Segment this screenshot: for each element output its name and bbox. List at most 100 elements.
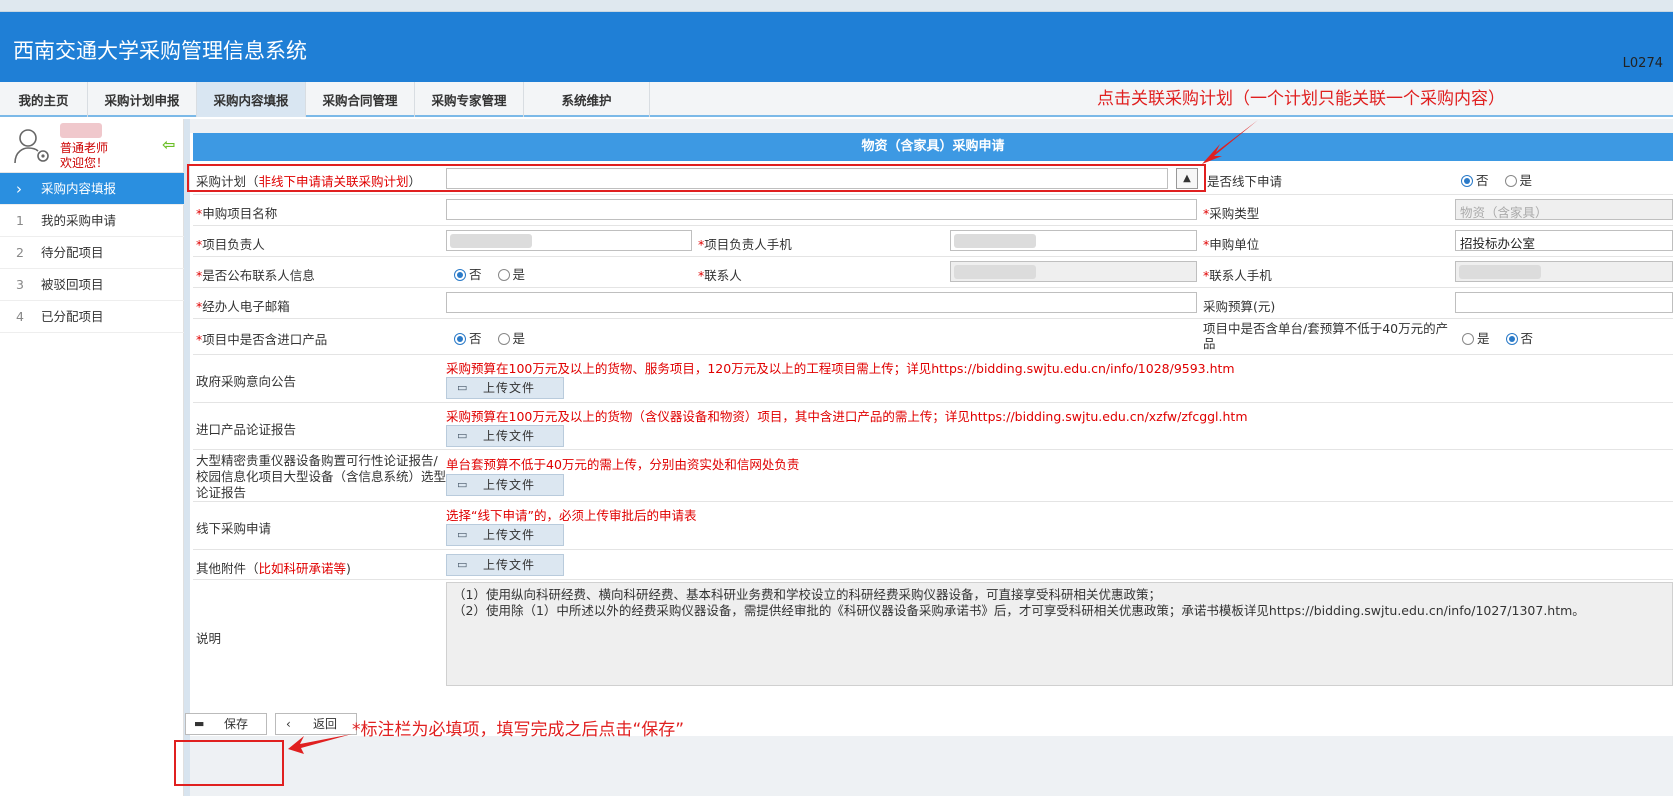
radio-no[interactable] — [454, 333, 466, 345]
sidebar-item-assigned[interactable]: 4 已分配项目 — [0, 301, 184, 333]
row-import-report: 进口产品论证报告 采购预算在100万元及以上的货物（含仪器设备和物资）项目，其中… — [193, 403, 1673, 450]
purchase-type-field[interactable]: 物资（含家具） — [1455, 199, 1673, 220]
upload-intent-notice-button[interactable]: ▭ 上传文件 — [446, 377, 564, 399]
radio-no[interactable] — [454, 269, 466, 281]
email-label: *经办人电子邮箱 — [196, 299, 290, 314]
leader-label: *项目负责人 — [196, 237, 265, 252]
tab-system[interactable]: 系统维护 — [524, 82, 650, 117]
redacted-value — [954, 234, 1036, 248]
user-code: L0274 — [1622, 56, 1663, 71]
contact-label: *联系人 — [698, 268, 742, 283]
tab-home[interactable]: 我的主页 — [0, 82, 88, 117]
sidebar-item-rejected[interactable]: 3 被驳回项目 — [0, 269, 184, 301]
app-title: 西南交通大学采购管理信息系统 — [13, 39, 307, 63]
radio-yes[interactable] — [1462, 333, 1474, 345]
publish-contact-label: *是否公布联系人信息 — [196, 268, 315, 283]
upload-import-report-button[interactable]: ▭ 上传文件 — [446, 425, 564, 447]
offline-application-note: 选择“线下申请”的，必须上传审批后的申请表 — [446, 508, 697, 523]
sidebar-item-my-applications[interactable]: 1 我的采购申请 — [0, 205, 184, 237]
import-radio-group[interactable]: 否 是 — [454, 328, 537, 347]
row-offline-application: 线下采购申请 选择“线下申请”的，必须上传审批后的申请表 ▭ 上传文件 — [193, 502, 1673, 550]
sidebar: 普通老师 欢迎您！ ⇦ › 采购内容填报 1 我的采购申请 2 待分配项目 3 … — [0, 119, 184, 796]
sidebar-item-label: 待分配项目 — [41, 245, 104, 260]
annotation-box-plan — [187, 164, 1206, 192]
collapse-sidebar-icon[interactable]: ⇦ — [162, 135, 175, 154]
sidebar-item-number: 3 — [16, 277, 24, 292]
app-header: 西南交通大学采购管理信息系统 L0274 — [0, 12, 1673, 82]
single-unit-label: 项目中是否含单台/套预算不低于40万元的产品 — [1203, 321, 1449, 351]
radio-yes[interactable] — [1504, 175, 1517, 187]
offline-application-label: 线下采购申请 — [196, 521, 272, 536]
intent-notice-label: 政府采购意向公告 — [196, 374, 297, 389]
leader-input[interactable] — [446, 230, 692, 251]
row-feasibility-report: 大型精密贵重仪器设备购置可行性论证报告/校园信息化项目大型设备（含信息系统）选型… — [193, 450, 1673, 502]
contact-phone-field[interactable] — [1455, 261, 1673, 282]
folder-icon: ▭ — [457, 528, 468, 541]
annotation-text-top: 点击关联采购计划（一个计划只能关联一个采购内容） — [1097, 89, 1505, 109]
radio-no[interactable] — [1461, 175, 1473, 187]
publish-contact-radio-group[interactable]: 否 是 — [454, 264, 537, 283]
sidebar-item-pending-assign[interactable]: 2 待分配项目 — [0, 237, 184, 269]
single-unit-radio-group[interactable]: 是 否 — [1462, 328, 1545, 347]
annotation-text-bottom: *标注栏为必填项，填写完成之后点击“保存” — [352, 720, 685, 740]
radio-yes[interactable] — [497, 269, 510, 281]
folder-icon: ▭ — [457, 558, 468, 571]
form-title: 物资（含家具）采购申请 — [193, 133, 1673, 161]
radio-no[interactable] — [1505, 333, 1518, 345]
row-other-attachments: 其他附件（比如科研承诺等) ▭ 上传文件 — [193, 550, 1673, 580]
tab-plan-report[interactable]: 采购计划申报 — [88, 82, 197, 117]
unit-select[interactable]: 招投标办公室 — [1455, 230, 1673, 251]
tab-content-fill[interactable]: 采购内容填报 — [197, 82, 306, 117]
annotation-arrow-top-icon — [1202, 120, 1258, 164]
sidebar-item-content-fill[interactable]: › 采购内容填报 — [0, 173, 184, 205]
contact-field[interactable] — [950, 261, 1197, 282]
folder-icon: ▭ — [457, 381, 468, 394]
row-description: 说明 （1）使用纵向科研经费、横向科研经费、基本科研业务费和学校设立的科研经费采… — [193, 582, 1673, 690]
description-line-2: （2）使用除（1）中所述以外的经费采购仪器设备，需提供经审批的《科研仪器设备采购… — [453, 603, 1585, 618]
form-panel: 物资（含家具）采购申请 采购计划（非线下申请请关联采购计划） ▲ 是否线下申请 … — [190, 133, 1673, 736]
upload-offline-application-button[interactable]: ▭ 上传文件 — [446, 524, 564, 546]
tab-experts[interactable]: 采购专家管理 — [415, 82, 524, 117]
row-intent-notice: 政府采购意向公告 采购预算在100万元及以上的货物、服务项目，120万元及以上的… — [193, 355, 1673, 403]
row-leader: *项目负责人 *项目负责人手机 *申购单位 招投标办公室 — [193, 226, 1673, 257]
annotation-arrow-bottom-icon — [288, 734, 352, 754]
chevron-left-icon: ‹ — [286, 717, 291, 731]
email-input[interactable] — [446, 292, 1197, 313]
folder-icon: ▭ — [457, 429, 468, 442]
sidebar-item-number: 2 — [16, 245, 24, 260]
description-line-1: （1）使用纵向科研经费、横向科研经费、基本科研业务费和学校设立的科研经费采购仪器… — [453, 587, 1161, 602]
user-name-redacted — [60, 123, 102, 138]
upload-feasibility-report-button[interactable]: ▭ 上传文件 — [446, 474, 564, 496]
tab-contract[interactable]: 采购合同管理 — [306, 82, 415, 117]
radio-yes[interactable] — [497, 333, 510, 345]
row-import: *项目中是否含进口产品 否 是 项目中是否含单台/套预算不低于40万元的产品 是… — [193, 319, 1673, 355]
redacted-value — [450, 234, 532, 248]
user-avatar-icon — [14, 129, 49, 164]
offline-radio-group[interactable]: 否 是 — [1461, 170, 1544, 189]
folder-icon: ▬ — [194, 717, 205, 730]
budget-input[interactable] — [1455, 292, 1673, 313]
chevron-right-icon: › — [16, 180, 22, 198]
folder-icon: ▭ — [457, 478, 468, 491]
leader-phone-input[interactable] — [950, 230, 1197, 251]
offline-label: 是否线下申请 — [1207, 174, 1283, 189]
project-name-input[interactable] — [446, 199, 1197, 220]
unit-label: *申购单位 — [1203, 237, 1260, 252]
upload-other-attachments-button[interactable]: ▭ 上传文件 — [446, 554, 564, 576]
project-name-label: *申购项目名称 — [196, 206, 278, 221]
description-label: 说明 — [196, 631, 222, 646]
sidebar-item-label: 我的采购申请 — [41, 213, 117, 228]
row-project-name: *申购项目名称 *采购类型 物资（含家具） — [193, 195, 1673, 226]
save-button[interactable]: ▬ 保存 — [185, 713, 267, 735]
feasibility-report-note: 单台套预算不低于40万元的需上传，分别由资实处和信网处负责 — [446, 457, 800, 472]
contact-phone-label: *联系人手机 — [1203, 268, 1272, 283]
import-report-note: 采购预算在100万元及以上的货物（含仪器设备和物资）项目，其中含进口产品的需上传… — [446, 409, 1248, 424]
redacted-value — [954, 265, 1036, 279]
row-email: *经办人电子邮箱 采购预算(元) — [193, 288, 1673, 319]
import-label: *项目中是否含进口产品 — [196, 332, 328, 347]
feasibility-report-label: 大型精密贵重仪器设备购置可行性论证报告/校园信息化项目大型设备（含信息系统）选型… — [196, 453, 447, 500]
welcome-text: 欢迎您！ — [60, 156, 109, 170]
annotation-box-save — [174, 740, 284, 786]
import-report-label: 进口产品论证报告 — [196, 422, 297, 437]
intent-notice-note: 采购预算在100万元及以上的货物、服务项目，120万元及以上的工程项目需上传；详… — [446, 361, 1235, 376]
